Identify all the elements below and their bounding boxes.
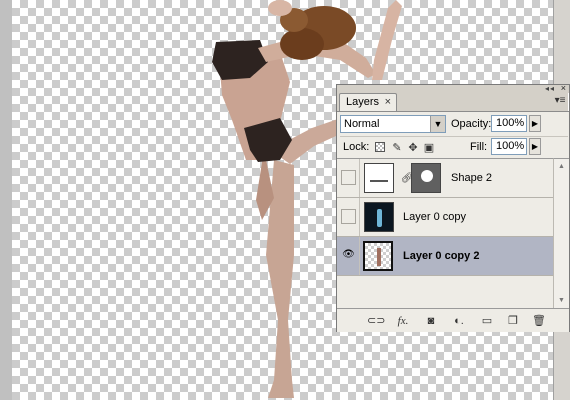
chevron-down-icon[interactable]: ▼: [430, 116, 445, 132]
adjustment-layer-icon[interactable]: ◐.: [451, 313, 467, 329]
lock-label: Lock:: [343, 141, 370, 153]
opacity-label: Opacity:: [451, 118, 492, 130]
tab-close-icon[interactable]: ×: [385, 96, 391, 108]
visibility-toggle[interactable]: [341, 209, 356, 224]
panel-menu-icon[interactable]: ▾≡: [553, 95, 567, 107]
link-layers-icon[interactable]: ⊂⊃: [367, 313, 385, 329]
column-divider: [359, 198, 360, 236]
column-divider: [359, 237, 360, 275]
fill-input[interactable]: 100%: [491, 138, 527, 155]
layer-row[interactable]: 🔗︎ Shape 2: [337, 159, 553, 198]
lock-row: Lock: ✎ ✥ ▣ Fill: 100% ▶: [340, 136, 568, 156]
panel-title-strip[interactable]: ◂◂ ×: [337, 83, 569, 93]
new-layer-icon[interactable]: ❐: [505, 313, 521, 329]
scroll-up-icon[interactable]: ▲: [558, 163, 565, 170]
lock-all-icon[interactable]: ▣: [423, 142, 435, 154]
blend-mode-value: Normal: [344, 118, 380, 130]
layer-row[interactable]: Layer 0 copy: [337, 198, 553, 237]
close-panel-icon[interactable]: ×: [561, 83, 566, 93]
layers-bottom-toolbar: ⊂⊃ fx. ◙ ◐. ▭ ❐ 🗑︎: [337, 308, 569, 332]
collapse-arrows-icon[interactable]: ◂◂: [545, 85, 555, 93]
scroll-down-icon[interactable]: ▼: [558, 297, 565, 304]
layers-panel-body: Normal ▼ Opacity: 100% ▶ Lock: ✎ ✥ ▣ Fil…: [337, 111, 569, 332]
layer-name[interactable]: Layer 0 copy: [403, 211, 466, 223]
add-mask-icon[interactable]: ◙: [423, 313, 439, 329]
lock-position-icon[interactable]: ✥: [407, 142, 419, 154]
blend-row: Normal ▼ Opacity: 100% ▶: [340, 114, 568, 134]
layer-row-selected[interactable]: 👁︎ Layer 0 copy 2: [337, 237, 553, 276]
new-group-icon[interactable]: ▭: [479, 313, 495, 329]
eye-icon[interactable]: 👁︎: [341, 248, 356, 263]
fill-label: Fill:: [470, 141, 488, 153]
column-divider: [359, 159, 360, 197]
layer-mask-thumbnail[interactable]: [411, 163, 441, 193]
opacity-input[interactable]: 100%: [491, 115, 527, 132]
visibility-toggle[interactable]: [341, 170, 356, 185]
layers-panel: ◂◂ × Layers × ▾≡ Normal ▼ Opacity: 100% …: [336, 83, 570, 332]
tab-layers-label: Layers: [346, 96, 380, 108]
layer-thumbnail[interactable]: [363, 241, 393, 271]
fill-slider-button[interactable]: ▶: [529, 138, 541, 155]
tab-layers[interactable]: Layers ×: [339, 93, 397, 111]
layer-name[interactable]: Layer 0 copy 2: [403, 250, 479, 262]
layer-list: 🔗︎ Shape 2 Layer 0 copy 👁︎ Layer 0 copy …: [337, 158, 553, 308]
layer-list-scrollbar[interactable]: ▲ ▼: [553, 158, 569, 308]
opacity-slider-button[interactable]: ▶: [529, 115, 541, 132]
layer-style-icon[interactable]: fx.: [395, 313, 411, 329]
layer-thumbnail[interactable]: [364, 163, 394, 193]
blend-mode-select[interactable]: Normal ▼: [340, 115, 446, 133]
layer-thumbnail[interactable]: [364, 202, 394, 232]
lock-transparent-pixels-icon[interactable]: [375, 142, 385, 152]
delete-layer-icon[interactable]: 🗑︎: [531, 313, 547, 329]
lock-image-pixels-icon[interactable]: ✎: [391, 142, 403, 154]
layer-name[interactable]: Shape 2: [451, 172, 492, 184]
